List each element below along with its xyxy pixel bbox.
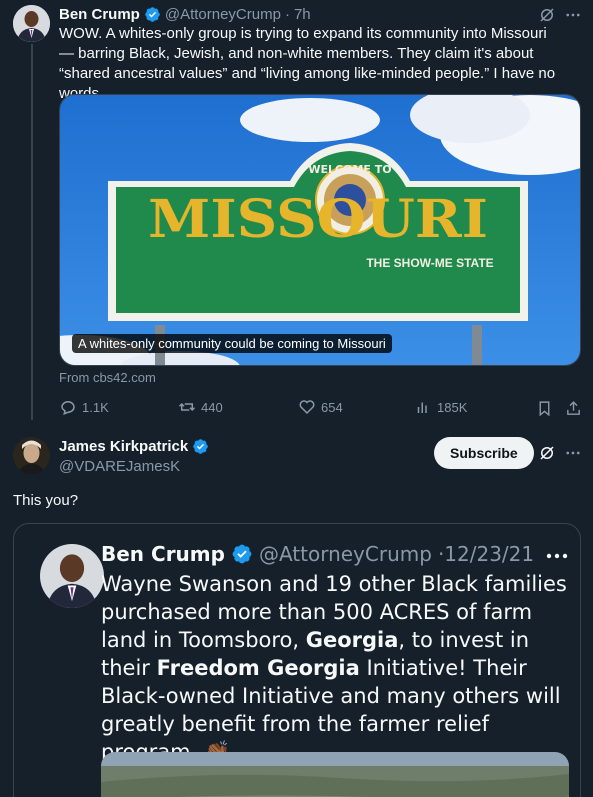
card-image: WELCOME TO MISSOURI THE SHOW-ME STATE [60,95,580,365]
reply-avatar-image [13,437,50,474]
avatar[interactable] [13,5,50,42]
verified-badge-icon [145,6,160,22]
quoted-image [101,752,569,797]
like-count: 654 [321,399,343,415]
post-header: Ben Crump @AttorneyCrump · 7h [59,4,311,24]
reply-author-name[interactable]: James Kirkpatrick [59,438,188,455]
grok-icon[interactable] [537,443,557,463]
author-handle[interactable]: @AttorneyCrump [165,6,281,23]
views-count: 185K [437,399,468,415]
post-text: WOW. A whites-only group is trying to ex… [59,25,556,102]
quoted-avatar-image [40,544,104,608]
repost-count: 440 [201,399,223,415]
quoted-text: Wayne Swanson and 19 other Black familie… [101,570,575,766]
views-icon [417,402,427,413]
grok-icon[interactable] [537,5,557,25]
thread-line [31,44,33,420]
repost-button[interactable]: 440 [178,398,223,416]
sign-tagline: THE SHOW-ME STATE [366,256,493,270]
quoted-header: Ben Crump @AttorneyCrump ·12/23/21 [101,542,534,566]
views-button[interactable]: 185K [414,398,467,416]
avatar-image [13,5,50,42]
like-button[interactable]: 654 [298,398,343,416]
reply-author-handle[interactable]: @VDAREJamesK [59,458,180,475]
subscribe-button[interactable]: Subscribe [434,437,534,469]
quoted-date: ·12/23/21 [437,542,535,566]
post-time[interactable]: 7h [294,6,311,23]
heart-icon [299,400,315,415]
separator-dot: · [284,5,290,23]
more-options-icon[interactable] [563,5,583,25]
share-icon[interactable] [563,398,583,418]
reply-icon [61,401,75,415]
repost-icon [178,402,196,412]
sign-welcome: WELCOME TO [308,163,391,176]
quoted-text-bold: Georgia [305,628,399,652]
card-source[interactable]: From cbs42.com [59,370,156,385]
author-name[interactable]: Ben Crump [59,6,140,23]
more-options-icon[interactable] [563,443,583,463]
farmland-image [101,752,569,797]
verified-badge-icon [193,439,209,454]
reply-count: 1.1K [82,399,109,415]
verified-badge-icon [232,544,252,564]
quoted-author-handle: @AttorneyCrump [258,542,432,566]
reply-header: James Kirkpatrick [59,438,209,455]
sign-state: MISSOURI [148,189,488,250]
reply-button[interactable]: 1.1K [59,398,109,416]
reply-text: This you? [13,492,79,509]
quoted-post[interactable]: Ben Crump @AttorneyCrump ·12/23/21 Wayne… [13,523,581,797]
quoted-text-bold: Freedom Georgia [156,656,360,680]
more-options-icon [544,546,570,566]
card-caption: A whites-only community could be coming … [72,334,392,353]
quoted-avatar [40,544,104,608]
reply-avatar[interactable] [13,437,50,474]
bookmark-icon[interactable] [534,398,554,418]
link-card[interactable]: WELCOME TO MISSOURI THE SHOW-ME STATE A … [59,94,581,366]
quoted-author-name: Ben Crump [101,542,225,566]
